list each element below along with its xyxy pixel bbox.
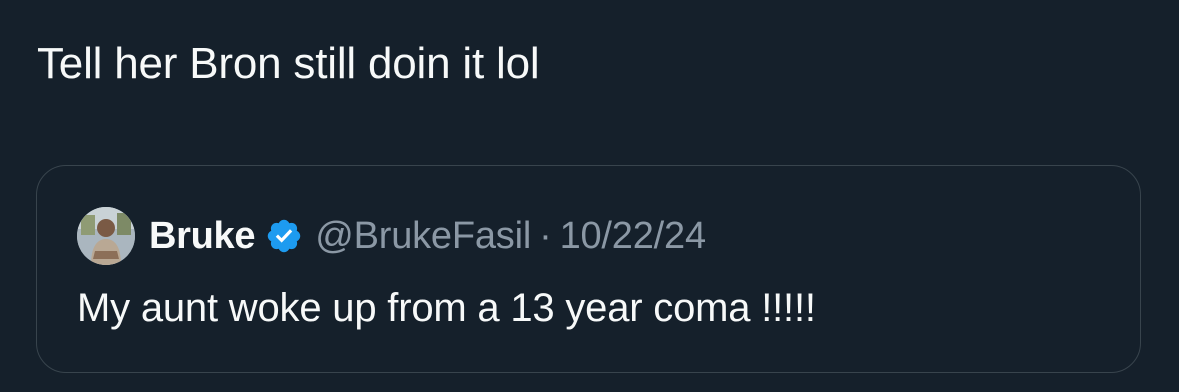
author-name[interactable]: Bruke [149, 215, 256, 258]
tweet-date[interactable]: 10/22/24 [560, 215, 707, 258]
quoted-tweet-text: My aunt woke up from a 13 year coma !!!!… [77, 286, 816, 330]
avatar[interactable] [77, 207, 135, 265]
tweet-text: Tell her Bron still doin it lol [37, 39, 540, 88]
author-handle[interactable]: @BrukeFasil [315, 215, 531, 258]
quoted-tweet-card[interactable]: Bruke @BrukeFasil · 10/22/24 My aunt wok… [36, 165, 1141, 373]
verified-badge-icon [267, 219, 301, 253]
quoted-tweet-header: Bruke @BrukeFasil · 10/22/24 [77, 206, 706, 266]
separator-dot: · [539, 214, 552, 257]
